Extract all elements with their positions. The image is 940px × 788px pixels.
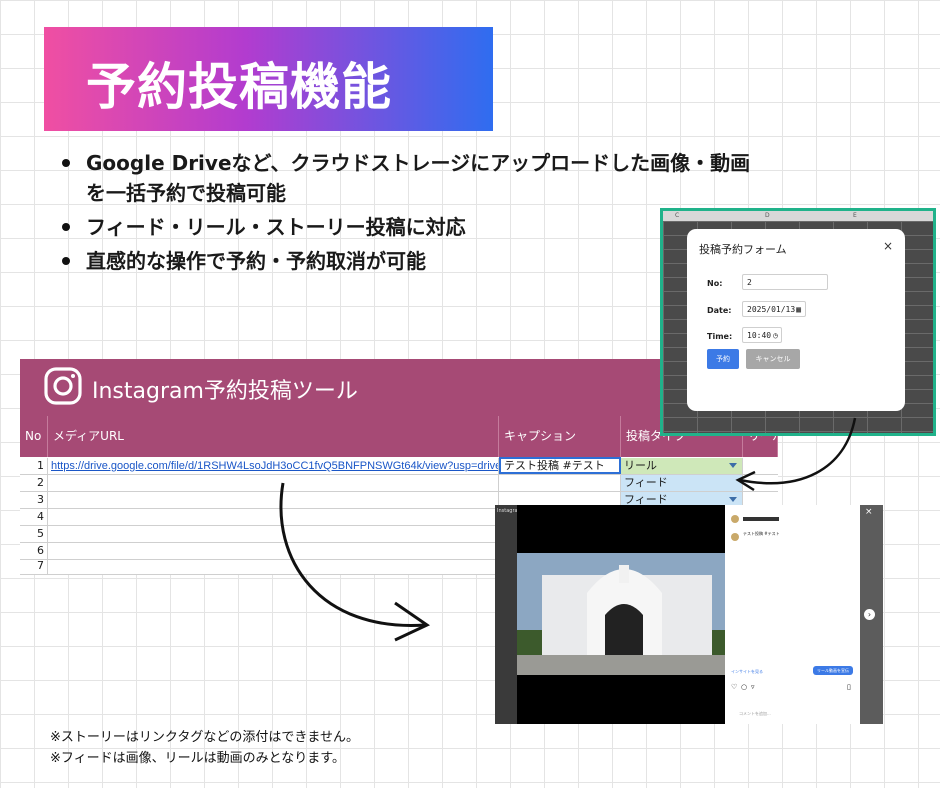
page-title: 予約投稿機能: [86, 58, 392, 116]
instagram-icon: [44, 367, 82, 405]
caption-cell[interactable]: テスト投稿 #テスト: [499, 457, 621, 474]
caption-cell[interactable]: [499, 475, 621, 491]
media-url-cell[interactable]: [48, 543, 499, 559]
cancel-button[interactable]: キャンセル: [746, 349, 800, 369]
row-number: 2: [20, 475, 48, 491]
post-type-cell[interactable]: リール: [621, 458, 743, 474]
column-header-media-url[interactable]: メディアURL: [48, 416, 499, 457]
share-icon[interactable]: ▿: [751, 683, 755, 691]
time-input[interactable]: 10:40 ◷: [742, 327, 782, 343]
date-label: Date:: [707, 306, 732, 315]
form-title: 投稿予約フォーム: [699, 243, 787, 256]
no-label: No:: [707, 279, 723, 288]
clock-icon[interactable]: ◷: [773, 328, 778, 344]
media-url-cell[interactable]: [48, 526, 499, 542]
note-line: ※ストーリーはリンクタグなどの添付はできません。: [50, 730, 359, 745]
post-type-value: リール: [624, 459, 657, 472]
account-name[interactable]: [743, 517, 779, 521]
row-number: 1: [20, 458, 48, 474]
feature-text: 直感的な操作で予約・予約取消が可能: [86, 249, 426, 273]
media-url-cell[interactable]: https://drive.google.com/file/d/1RSHW4Ls…: [48, 458, 499, 474]
post-type-value: フィード: [624, 476, 668, 489]
heart-icon[interactable]: ♡: [731, 683, 737, 691]
row-number: 5: [20, 526, 48, 542]
row-number: 4: [20, 509, 48, 525]
time-value: 10:40: [747, 331, 772, 340]
row-number: 6: [20, 543, 48, 559]
time-label: Time:: [707, 332, 733, 341]
sheet-title: Instagram予約投稿ツール: [92, 379, 358, 404]
date-value: 2025/01/13: [747, 305, 796, 314]
reservation-form-modal: 投稿予約フォーム × No: 2 Date: 2025/01/13 ▦ Time…: [687, 229, 905, 411]
instagram-sidebar: Instagram: [495, 505, 522, 724]
column-header-no[interactable]: No: [20, 416, 48, 457]
note-line: ※フィードは画像、リールは動画のみとなります。: [50, 751, 345, 766]
feature-text: フィード・リール・ストーリー投稿に対応: [86, 215, 466, 239]
bookmark-icon[interactable]: ▯: [847, 683, 851, 691]
calendar-icon[interactable]: ▦: [796, 302, 801, 318]
row-number: 7: [20, 558, 48, 574]
media-url-cell[interactable]: [48, 475, 499, 491]
insights-link[interactable]: インサイトを見る: [731, 669, 763, 675]
table-row: 1 https://drive.google.com/file/d/1RSHW4…: [20, 457, 778, 475]
boost-reel-button[interactable]: リール動画を宣伝: [813, 666, 853, 675]
arrowhead-icon: [394, 601, 431, 642]
feature-item: Google Driveなど、クラウドストレージにアップロードした画像・動画 を…: [62, 148, 882, 208]
date-input[interactable]: 2025/01/13 ▦: [742, 301, 806, 317]
grid-column-headers: C D E: [663, 211, 933, 221]
modal-backdrop: × ›: [860, 505, 883, 724]
grid-column-d: D: [765, 212, 770, 219]
row-number: 3: [20, 492, 48, 508]
feature-text-continued: を一括予約で投稿可能: [86, 181, 286, 205]
comment-input[interactable]: コメントを追加...: [739, 711, 771, 717]
notes: ※ストーリーはリンクタグなどの添付はできません。 ※フィードは画像、リールは動画…: [50, 727, 359, 769]
grid-column-e: E: [853, 212, 857, 219]
reserve-button[interactable]: 予約: [707, 349, 739, 369]
avatar[interactable]: [731, 515, 739, 523]
reservation-form-window: C D E 投稿予約フォーム × No: 2 Date: 2025/01/13 …: [660, 208, 936, 436]
column-header-caption[interactable]: キャプション: [499, 416, 621, 457]
no-input[interactable]: 2: [742, 274, 828, 290]
dropdown-arrow-icon[interactable]: [729, 497, 737, 502]
dropdown-arrow-icon[interactable]: [729, 463, 737, 468]
chapel-photo: [517, 505, 725, 724]
avatar: [731, 533, 739, 541]
comment-icon[interactable]: ○: [741, 683, 747, 691]
grid-column-c: C: [675, 212, 680, 219]
reel-video[interactable]: [517, 505, 725, 724]
instagram-post-screenshot: Instagram テスト投稿 #テスト インサイトを見る リール動画を宣伝 ♡…: [495, 505, 883, 724]
media-url-cell[interactable]: [48, 509, 499, 525]
post-caption: テスト投稿 #テスト: [743, 531, 780, 536]
media-url-cell[interactable]: [48, 492, 499, 508]
close-icon[interactable]: ×: [865, 507, 873, 517]
table-row: 2 フィード: [20, 475, 778, 492]
post-type-cell[interactable]: フィード: [621, 475, 743, 491]
post-detail-panel: テスト投稿 #テスト インサイトを見る リール動画を宣伝 ♡ ○ ▿ ▯ コメン…: [725, 505, 860, 724]
close-icon[interactable]: ×: [883, 239, 893, 253]
feature-text: Google Driveなど、クラウドストレージにアップロードした画像・動画: [86, 151, 751, 175]
title-banner: 予約投稿機能: [44, 27, 493, 131]
media-url-cell[interactable]: [48, 558, 499, 574]
next-arrow-icon[interactable]: ›: [864, 609, 875, 620]
